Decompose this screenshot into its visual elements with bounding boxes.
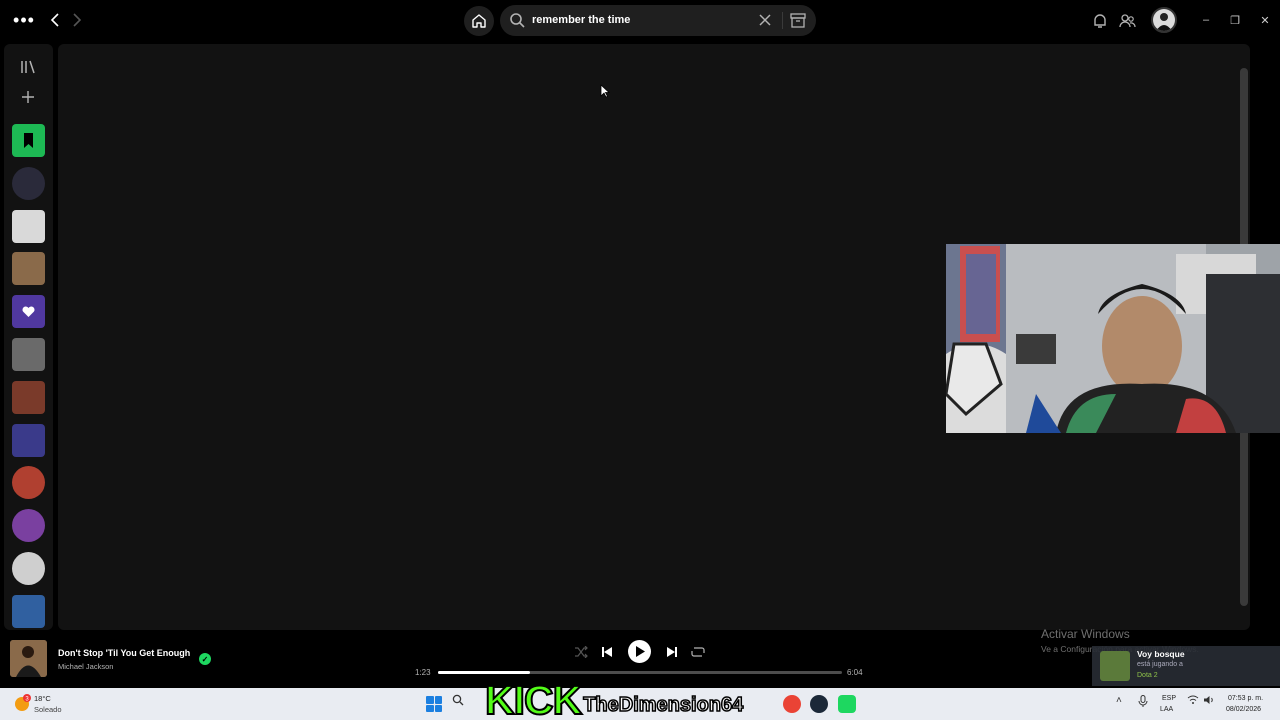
weather-condition[interactable]: Soleado	[34, 705, 62, 714]
windows-start-icon[interactable]	[426, 696, 442, 712]
shuffle-icon[interactable]	[573, 644, 589, 660]
search-bar	[500, 5, 816, 36]
library-sidebar	[4, 44, 53, 630]
minimize-button[interactable]: –	[1198, 12, 1214, 28]
progress-bar[interactable]	[438, 671, 842, 674]
close-window-button[interactable]: ✕	[1257, 12, 1273, 28]
taskbar-date[interactable]: 08/02/2026	[1226, 706, 1261, 713]
channel-name: TheDimension64	[582, 693, 744, 717]
search-icon	[510, 13, 525, 28]
now-playing-cover[interactable]	[10, 640, 47, 677]
library-item-album-1[interactable]	[12, 209, 45, 243]
friend-activity-toast[interactable]: Voy bosque está jugando a Dota 2	[1092, 646, 1280, 686]
library-item-liked-songs[interactable]	[12, 295, 45, 329]
repeat-icon[interactable]	[690, 644, 706, 660]
bookmark-icon	[24, 133, 33, 148]
friend-game: Dota 2	[1137, 672, 1158, 679]
skip-back-icon[interactable]	[599, 644, 615, 660]
search-input[interactable]	[532, 10, 752, 30]
weather-temp[interactable]: 18°C	[34, 694, 51, 703]
library-item-artist-2[interactable]	[12, 466, 45, 500]
check-circle-icon[interactable]: ✓	[199, 653, 211, 665]
library-item-artist-3[interactable]	[12, 509, 45, 543]
friend-name: Voy bosque	[1137, 649, 1185, 659]
library-item-album-3[interactable]	[12, 338, 45, 371]
duration-time: 6:04	[847, 668, 863, 677]
library-item-saved-episodes[interactable]	[12, 124, 45, 157]
kick-logo: KICK	[484, 677, 583, 720]
close-icon[interactable]	[756, 11, 774, 29]
track-artist[interactable]: Michael Jackson	[58, 662, 113, 671]
volume-icon[interactable]	[1203, 695, 1215, 708]
browse-icon[interactable]	[789, 12, 807, 29]
home-button[interactable]	[464, 6, 494, 36]
skip-forward-icon[interactable]	[664, 644, 680, 660]
language-indicator[interactable]: ESP	[1162, 695, 1176, 702]
library-item-album-2[interactable]	[12, 252, 45, 286]
play-button[interactable]	[628, 640, 651, 663]
chevron-left-icon[interactable]	[46, 10, 64, 30]
friend-avatar	[1100, 651, 1130, 681]
top-bar: ••• – ❐ ✕	[0, 0, 1280, 42]
spotify-window: ••• – ❐ ✕	[0, 0, 1280, 720]
library-item-artist-1[interactable]	[12, 166, 45, 200]
spotify-taskbar-icon[interactable]	[838, 695, 856, 713]
chevron-up-icon[interactable]: ˄	[1116, 695, 1122, 706]
keyboard-layout[interactable]: LAA	[1160, 706, 1173, 713]
ellipsis-icon[interactable]: •••	[12, 10, 36, 30]
chevron-right-icon[interactable]	[68, 10, 86, 30]
heart-icon	[22, 306, 35, 318]
microphone-icon[interactable]	[1138, 695, 1148, 710]
play-icon	[635, 646, 645, 657]
mouse-cursor-icon	[600, 84, 610, 98]
track-title[interactable]: Don't Stop 'Til You Get Enough	[58, 648, 190, 658]
plus-icon[interactable]	[16, 86, 40, 108]
watermark-title: Activar Windows	[1041, 627, 1130, 641]
friends-icon[interactable]	[1118, 12, 1136, 30]
restore-button[interactable]: ❐	[1227, 12, 1243, 28]
library-item-artist-4[interactable]	[12, 552, 45, 585]
sun-icon[interactable]: 3	[12, 694, 32, 714]
kick-stream-overlay: KICK TheDimension64	[484, 677, 744, 720]
webcam-overlay	[946, 244, 1280, 433]
library-item-playlist-3[interactable]	[12, 594, 45, 628]
search-divider	[782, 12, 783, 29]
elapsed-time: 1:23	[415, 668, 431, 677]
avatar[interactable]	[1151, 7, 1177, 33]
wifi-icon[interactable]	[1187, 695, 1199, 708]
taskbar-time[interactable]: 07:53 p. m.	[1228, 695, 1263, 702]
friend-status: está jugando a	[1137, 661, 1183, 668]
home-icon	[472, 14, 486, 28]
progress-fill	[438, 671, 531, 674]
chrome-icon[interactable]	[783, 695, 801, 713]
library-item-playlist-1[interactable]	[12, 380, 45, 414]
taskbar-search-icon[interactable]	[452, 694, 482, 714]
steam-icon[interactable]	[810, 695, 828, 713]
library-item-playlist-2[interactable]	[12, 423, 45, 457]
bell-icon[interactable]	[1091, 12, 1109, 30]
library-icon[interactable]	[16, 56, 40, 78]
